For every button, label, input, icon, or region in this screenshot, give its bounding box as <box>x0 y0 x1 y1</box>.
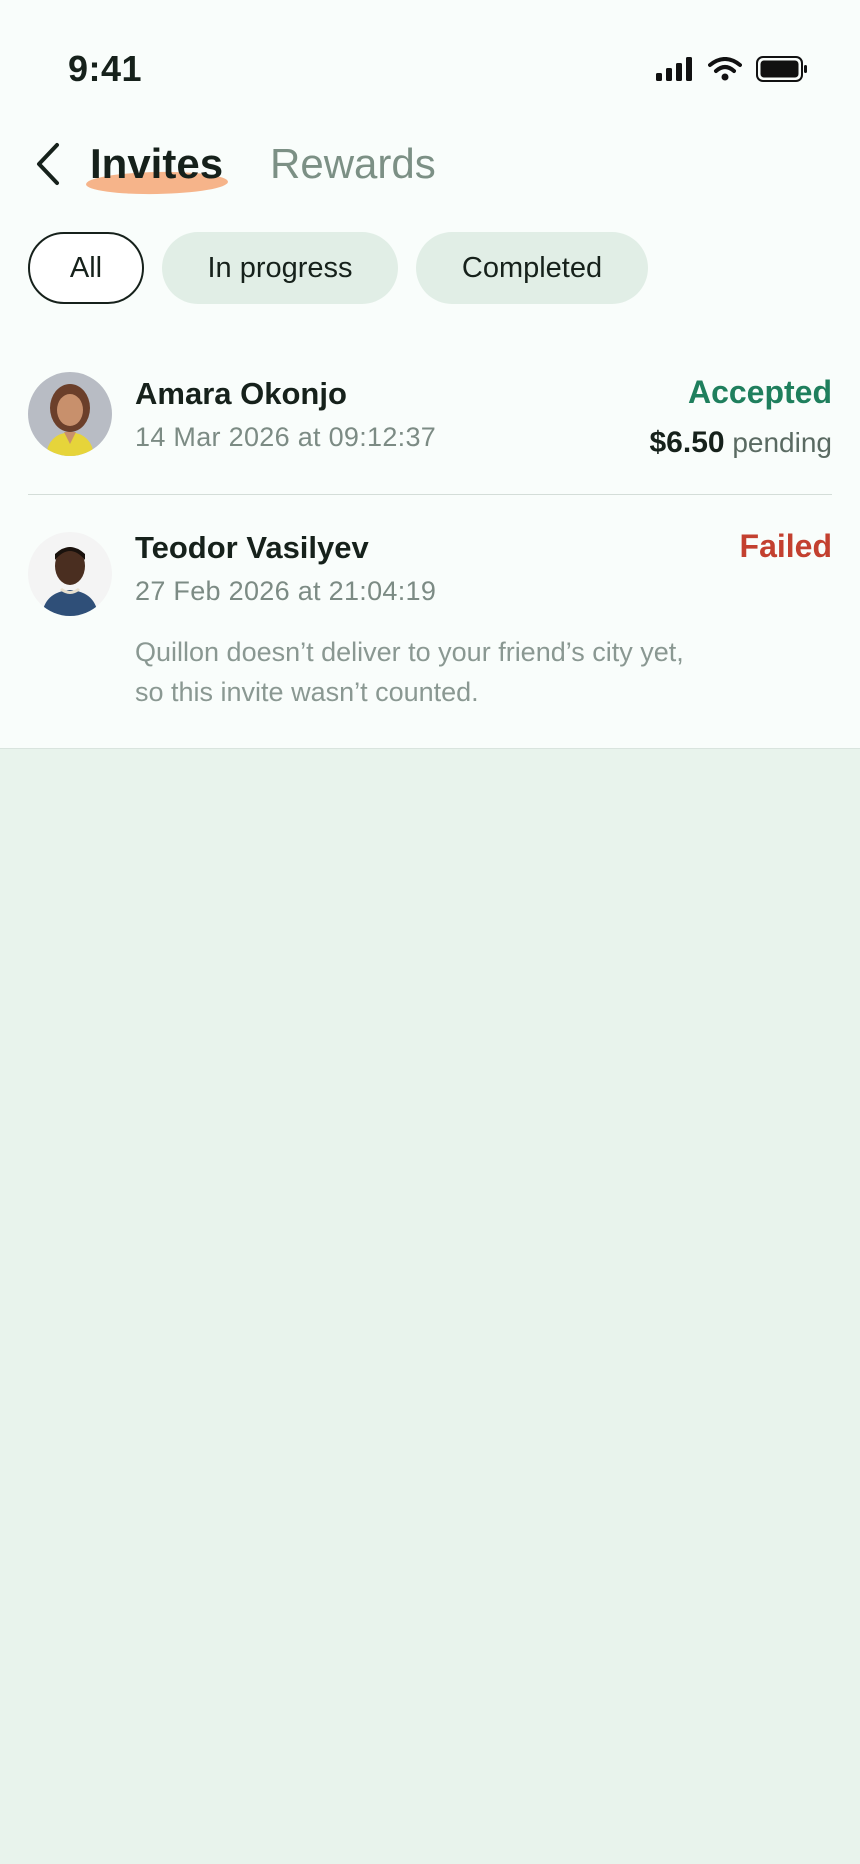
filter-chip-in-progress[interactable]: In progress <box>162 232 398 304</box>
invitee-name: Amara Okonjo <box>135 376 347 411</box>
invite-timestamp: 14 Mar 2026 at 09:12:37 <box>135 422 437 452</box>
reward-state: pending <box>732 427 832 458</box>
list-divider <box>28 494 832 495</box>
tab-invites[interactable]: Invites <box>90 140 223 188</box>
status-bar-icons <box>656 56 808 87</box>
filter-chip-completed[interactable]: Completed <box>416 232 648 304</box>
chevron-left-icon <box>35 142 61 191</box>
invite-list-item[interactable]: Teodor Vasilyev 27 Feb 2026 at 21:04:19 … <box>0 514 860 734</box>
filter-chip-all[interactable]: All <box>28 232 144 304</box>
avatar <box>28 532 112 616</box>
status-badge-accepted: Accepted <box>687 374 832 410</box>
cellular-signal-icon <box>656 57 694 86</box>
status-badge-failed: Failed <box>739 528 832 564</box>
invite-list-item[interactable]: Amara Okonjo 14 Mar 2026 at 09:12:37 Acc… <box>0 360 860 494</box>
content-panel: 9:41 Invites Rewards All In progress Com… <box>0 0 860 749</box>
battery-icon <box>756 56 808 87</box>
wifi-icon <box>708 57 742 86</box>
tab-rewards[interactable]: Rewards <box>270 140 436 188</box>
invite-timestamp: 27 Feb 2026 at 21:04:19 <box>135 576 437 606</box>
status-bar-time: 9:41 <box>68 48 143 89</box>
avatar <box>28 372 112 456</box>
reward-amount: $6.50 <box>649 426 725 459</box>
reward-summary: $6.50 pending <box>649 426 832 460</box>
back-button[interactable] <box>28 140 68 192</box>
invitee-name: Teodor Vasilyev <box>135 530 369 565</box>
failure-reason: Quillon doesn’t deliver to your friend’s… <box>135 637 684 707</box>
